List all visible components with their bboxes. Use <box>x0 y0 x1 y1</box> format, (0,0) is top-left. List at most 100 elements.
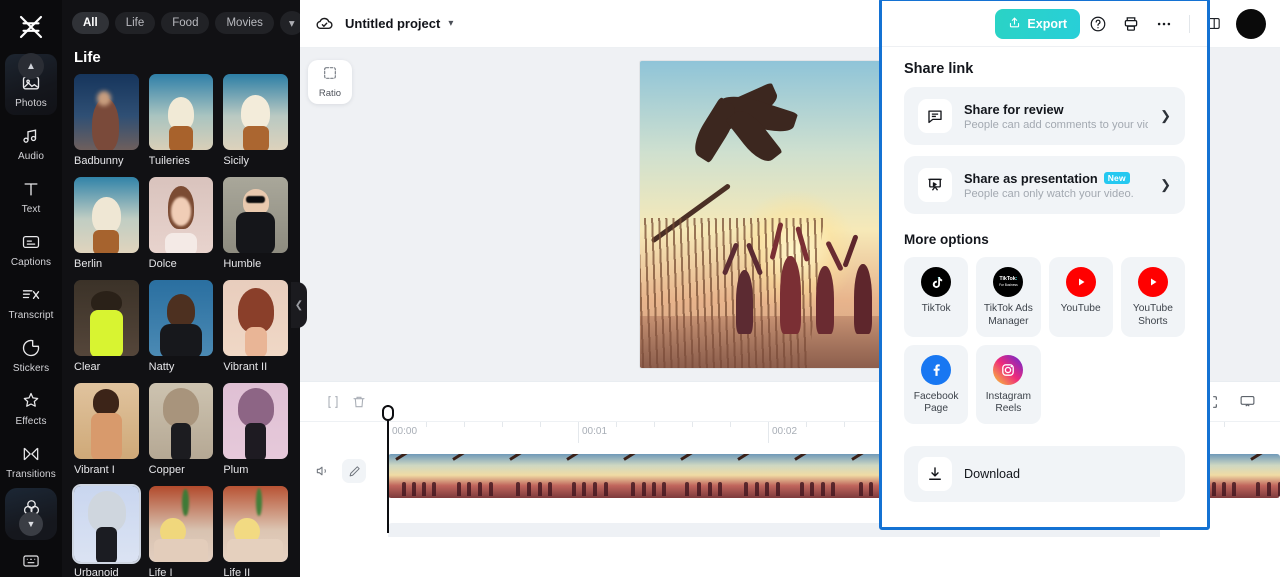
media-label: Dolce <box>148 258 177 270</box>
sidebar-item-label: Effects <box>15 416 47 427</box>
share-option-youtube-shorts[interactable]: YouTube Shorts <box>1120 257 1185 337</box>
media-item[interactable]: Dolce <box>148 177 214 270</box>
sidebar-item-captions[interactable]: Captions <box>5 223 57 274</box>
share-option-youtube[interactable]: YouTube <box>1048 257 1113 337</box>
transitions-icon <box>20 443 42 465</box>
chip-food[interactable]: Food <box>161 12 210 34</box>
media-item[interactable]: Plum <box>223 383 288 476</box>
sidebar-item-text[interactable]: Text <box>5 170 57 221</box>
playhead-knob[interactable] <box>382 405 394 421</box>
share-panel-body: Share link Share for review People can a… <box>882 47 1207 502</box>
trash-icon[interactable] <box>346 389 372 415</box>
share-for-review-row[interactable]: Share for review People can add comments… <box>904 87 1185 145</box>
chevron-down-icon[interactable]: ▼ <box>19 512 43 536</box>
media-item[interactable]: Vibrant I <box>74 383 139 476</box>
media-thumbnail <box>223 177 288 253</box>
media-item[interactable]: Tuileries <box>148 74 214 167</box>
download-icon <box>918 457 952 491</box>
templates-keyboard-icon <box>20 550 42 572</box>
chevron-down-icon[interactable]: ▾ <box>448 18 453 29</box>
share-option-label: TikTok <box>921 303 951 314</box>
share-panel: Export Share link Share for review Peopl… <box>879 0 1210 530</box>
chip-movies[interactable]: Movies <box>215 12 274 34</box>
print-icon[interactable] <box>1116 9 1146 39</box>
sidebar-item-photos[interactable]: ▲ Photos <box>5 53 57 115</box>
media-label: Berlin <box>74 258 103 270</box>
media-item[interactable]: Life II <box>223 486 288 577</box>
sidebar-item-label: Photos <box>15 98 47 109</box>
sidebar-item-effects[interactable]: Effects <box>5 382 57 433</box>
download-label: Download <box>964 467 1021 481</box>
clip-frame <box>730 454 787 498</box>
share-option-label: Instagram Reels <box>985 390 1032 415</box>
share-option-label: TikTok Ads Manager <box>983 303 1033 327</box>
chevron-down-icon[interactable]: ▾ <box>279 11 300 35</box>
share-option-tiktok[interactable]: TikTok <box>904 257 969 337</box>
share-as-presentation-row[interactable]: Share as presentation New People can onl… <box>904 156 1185 214</box>
split-clip-icon[interactable] <box>320 389 346 415</box>
chip-all[interactable]: All <box>72 12 109 34</box>
more-dots-icon[interactable] <box>1149 9 1179 39</box>
chip-life[interactable]: Life <box>114 12 156 34</box>
clip-frame <box>559 454 616 498</box>
media-thumbnail <box>74 74 139 150</box>
clip-frame <box>616 454 673 498</box>
ruler-label: 00:01 <box>582 426 608 437</box>
export-button[interactable]: Export <box>995 8 1080 39</box>
download-row[interactable]: Download <box>904 446 1185 502</box>
volume-icon[interactable] <box>310 459 334 483</box>
panel-collapse-toggle[interactable]: ❮ <box>291 282 307 328</box>
chevron-left-icon: ❮ <box>294 299 304 311</box>
media-label: Life I <box>148 567 173 577</box>
share-as-presentation-text: Share as presentation New People can onl… <box>964 171 1148 200</box>
media-item[interactable]: Badbunny <box>74 74 139 167</box>
media-item[interactable]: Clear <box>74 280 139 373</box>
sticker-icon <box>20 337 42 359</box>
pencil-icon[interactable] <box>342 459 366 483</box>
media-item[interactable]: Life I <box>148 486 214 577</box>
ratio-button[interactable]: Ratio <box>308 60 352 104</box>
chevron-right-icon: ❯ <box>1160 177 1171 192</box>
media-item[interactable]: Berlin <box>74 177 139 270</box>
share-option-label: Facebook Page <box>913 390 959 415</box>
help-circle-icon[interactable] <box>1083 9 1113 39</box>
clip-frame <box>1243 454 1280 498</box>
share-option-instagram-reels[interactable]: Instagram Reels <box>976 344 1041 424</box>
monitor-icon[interactable] <box>1234 389 1260 415</box>
share-for-review-title: Share for review <box>964 101 1064 117</box>
sidebar-item-audio[interactable]: Audio <box>5 117 57 168</box>
media-item[interactable]: Humble <box>223 177 288 270</box>
cloud-check-icon <box>314 13 336 35</box>
sidebar-item-label: Text <box>21 204 41 215</box>
sidebar-item-filters[interactable]: ▼ <box>5 488 57 540</box>
comment-bubble-icon <box>918 99 952 133</box>
media-item[interactable]: Vibrant II <box>223 280 288 373</box>
media-thumbnail <box>223 74 288 150</box>
media-item[interactable]: Copper <box>148 383 214 476</box>
media-thumbnail <box>148 280 214 356</box>
media-item[interactable]: Natty <box>148 280 214 373</box>
sidebar-item-transitions[interactable]: Transitions <box>5 435 57 486</box>
sidebar-item-transcript[interactable]: Transcript <box>5 276 57 327</box>
media-item[interactable]: Sicily <box>223 74 288 167</box>
left-rail: ▲ Photos Audio Text Captions Transcript … <box>0 0 62 577</box>
share-option-facebook-page[interactable]: Facebook Page <box>904 344 969 424</box>
sidebar-item-label: Audio <box>17 151 45 162</box>
sidebar-item-templates[interactable] <box>5 542 57 577</box>
media-label: Vibrant I <box>74 464 115 476</box>
sidebar-item-stickers[interactable]: Stickers <box>5 329 57 380</box>
ruler-label: 00:02 <box>772 426 798 437</box>
clip-frame <box>445 454 502 498</box>
avatar[interactable] <box>1236 8 1266 39</box>
share-as-presentation-subtitle: People can only watch your video. <box>964 187 1134 200</box>
playhead[interactable] <box>382 405 394 533</box>
media-item[interactable]: Urbanoid <box>72 484 141 577</box>
youtube-shorts-icon <box>1137 267 1168 297</box>
share-option-tiktok-ads-manager[interactable]: TikTok: For Business TikTok Ads Manager <box>976 257 1041 337</box>
chevron-up-icon[interactable]: ▲ <box>18 53 44 79</box>
ruler-label: 00:00 <box>392 426 418 437</box>
share-for-review-text: Share for review People can add comments… <box>964 102 1148 131</box>
media-thumbnail <box>74 280 139 356</box>
presentation-icon <box>918 168 952 202</box>
media-thumbnail <box>74 383 139 459</box>
